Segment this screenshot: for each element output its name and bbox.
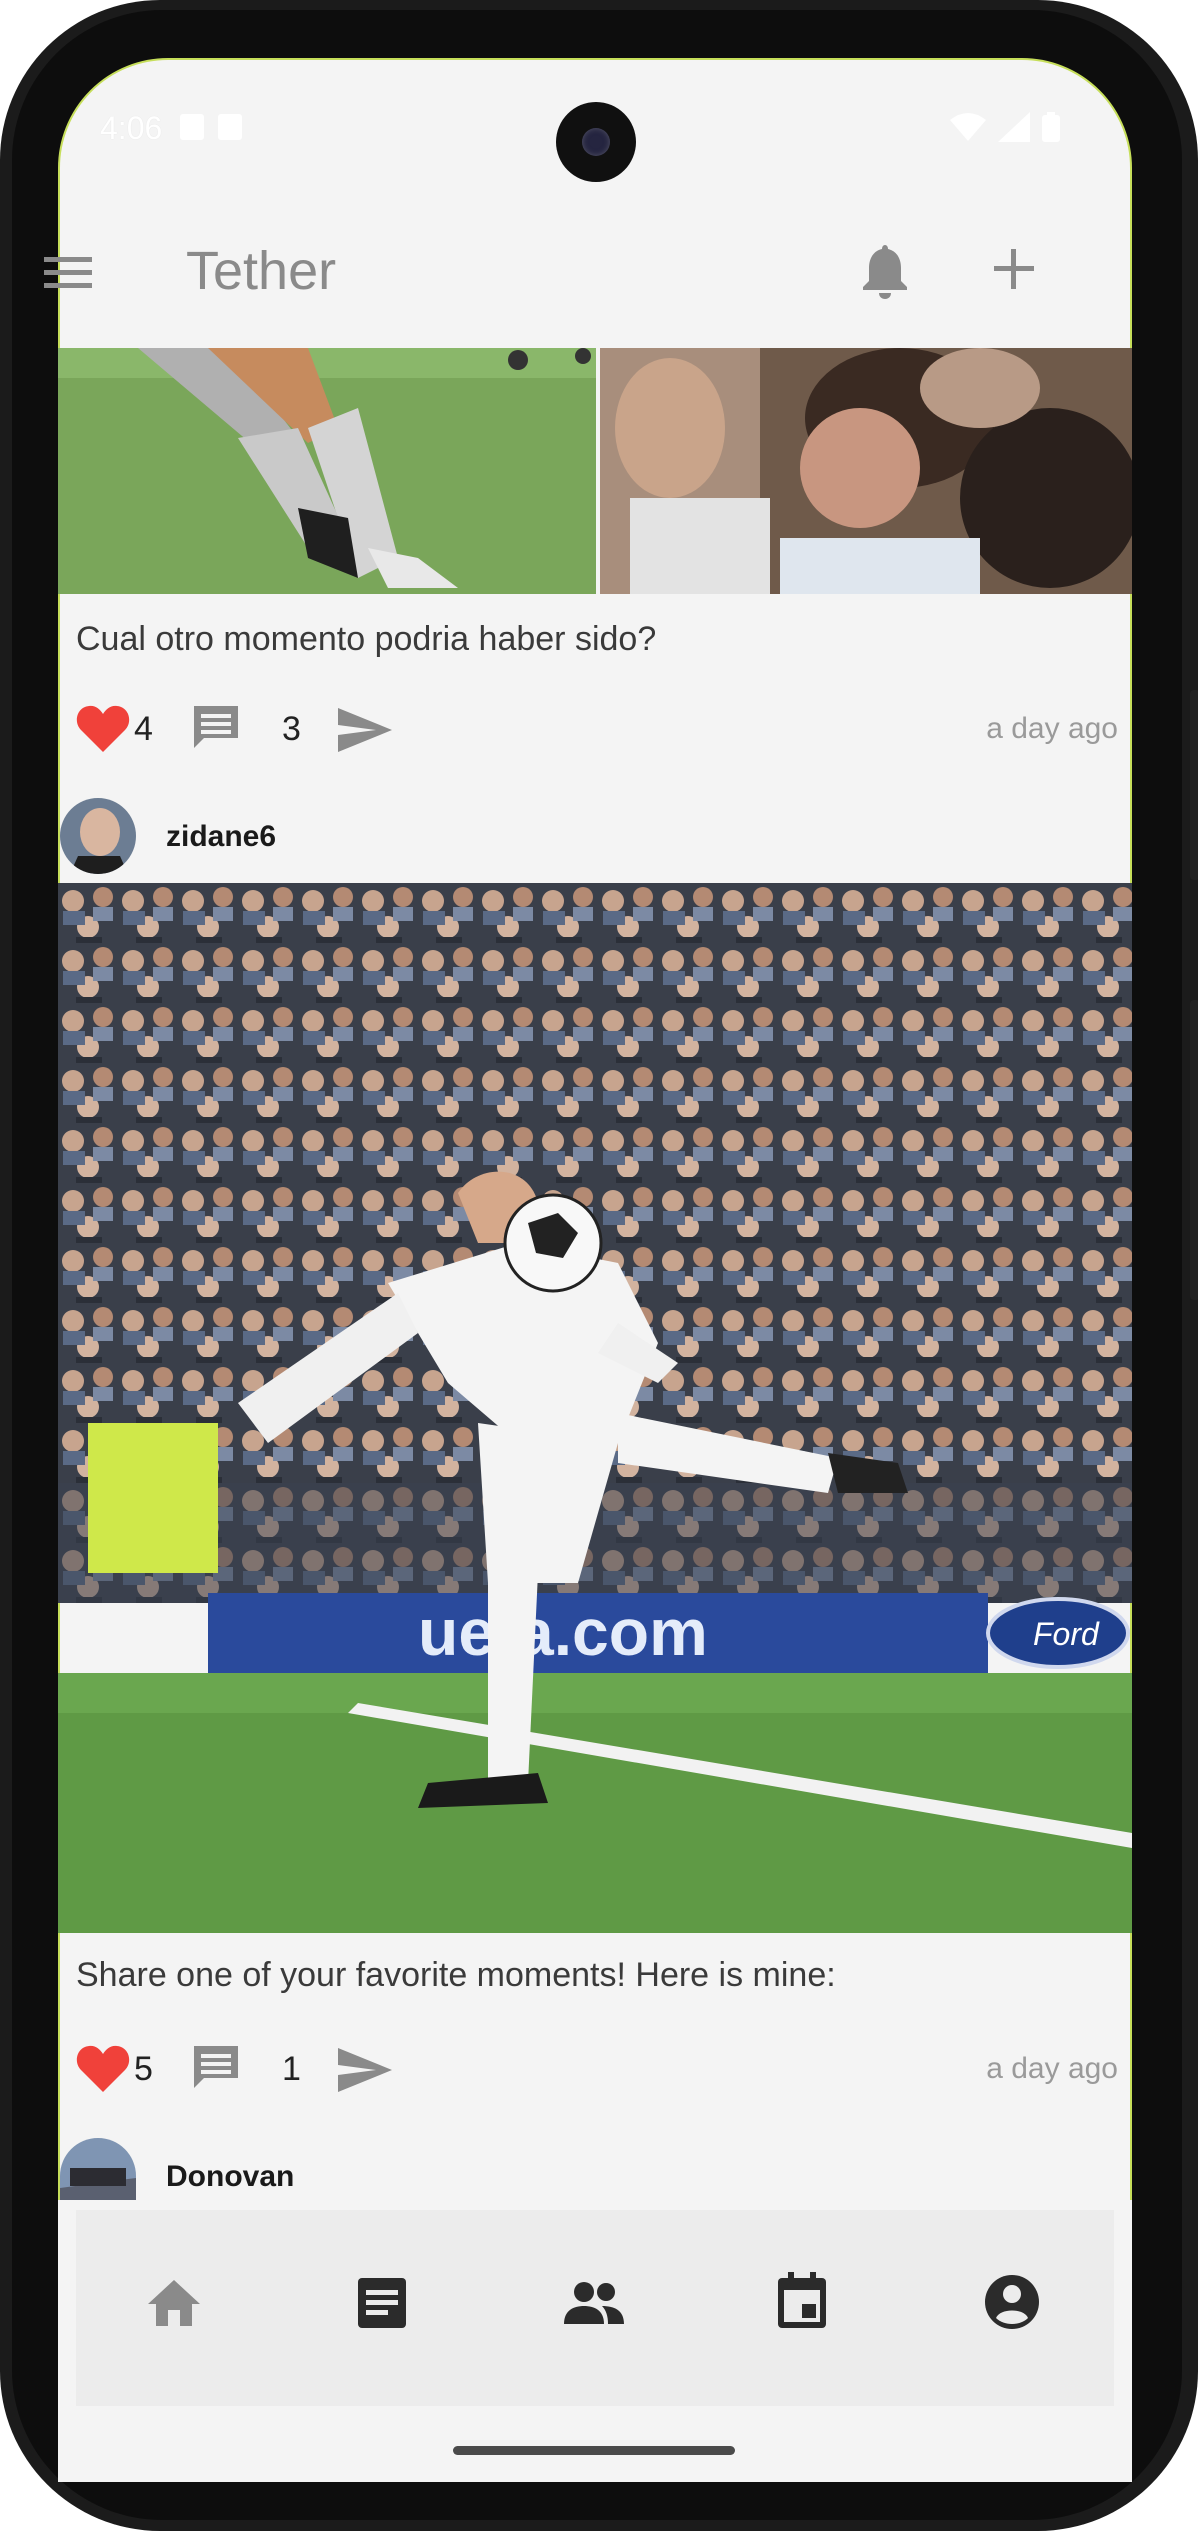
- add-icon[interactable]: [990, 245, 1038, 293]
- post-caption: Cual otro momento podria haber sido?: [76, 620, 657, 658]
- sponsor-text: Ford: [1033, 1616, 1100, 1652]
- home-indicator[interactable]: [453, 2446, 735, 2455]
- bottom-nav: [76, 2210, 1114, 2406]
- post-actions: 4 3 a day ago: [76, 700, 1118, 760]
- calendar-icon[interactable]: [776, 2272, 828, 2330]
- comment-icon[interactable]: [190, 2042, 242, 2094]
- volume-button: [1190, 690, 1198, 880]
- signal-icon: [998, 112, 1030, 142]
- post-username[interactable]: Donovan: [166, 2160, 294, 2194]
- wifi-icon: [950, 113, 986, 141]
- like-count: 5: [134, 2050, 153, 2088]
- home-icon[interactable]: [146, 2278, 202, 2328]
- sd-card-icon: [218, 114, 242, 140]
- share-send-icon[interactable]: [336, 2046, 394, 2094]
- battery-icon: [1042, 112, 1060, 142]
- like-heart-icon[interactable]: [76, 2044, 130, 2094]
- profile-icon[interactable]: [984, 2274, 1040, 2330]
- people-icon[interactable]: [562, 2280, 626, 2326]
- banner-text: uefa.com: [418, 1595, 708, 1669]
- front-camera: [556, 102, 636, 182]
- post-time: a day ago: [986, 712, 1118, 745]
- post-photo[interactable]: uefa.com Ford: [58, 883, 1132, 1933]
- post-image-left[interactable]: [58, 348, 596, 594]
- avatar[interactable]: [60, 798, 136, 874]
- notification-icons: [180, 114, 242, 140]
- app-title: Tether: [186, 241, 337, 301]
- system-status-icons: [950, 112, 1060, 142]
- post-image-right[interactable]: [600, 348, 1132, 594]
- menu-icon[interactable]: [44, 255, 92, 291]
- comment-icon[interactable]: [190, 702, 242, 754]
- notification-a-icon: [180, 114, 204, 140]
- post-caption: Share one of your favorite moments! Here…: [76, 1956, 836, 1994]
- comment-count: 1: [282, 2050, 301, 2088]
- share-send-icon[interactable]: [336, 706, 394, 754]
- feed-icon[interactable]: [356, 2276, 408, 2330]
- post-username[interactable]: zidane6: [166, 820, 276, 854]
- post-actions: 5 1 a day ago: [76, 2040, 1118, 2100]
- like-heart-icon[interactable]: [76, 704, 130, 754]
- like-count: 4: [134, 710, 153, 748]
- post-time: a day ago: [986, 2052, 1118, 2085]
- comment-count: 3: [282, 710, 301, 748]
- power-button: [1190, 1000, 1198, 1300]
- bell-icon[interactable]: [860, 243, 910, 299]
- status-time: 4:06: [100, 110, 163, 146]
